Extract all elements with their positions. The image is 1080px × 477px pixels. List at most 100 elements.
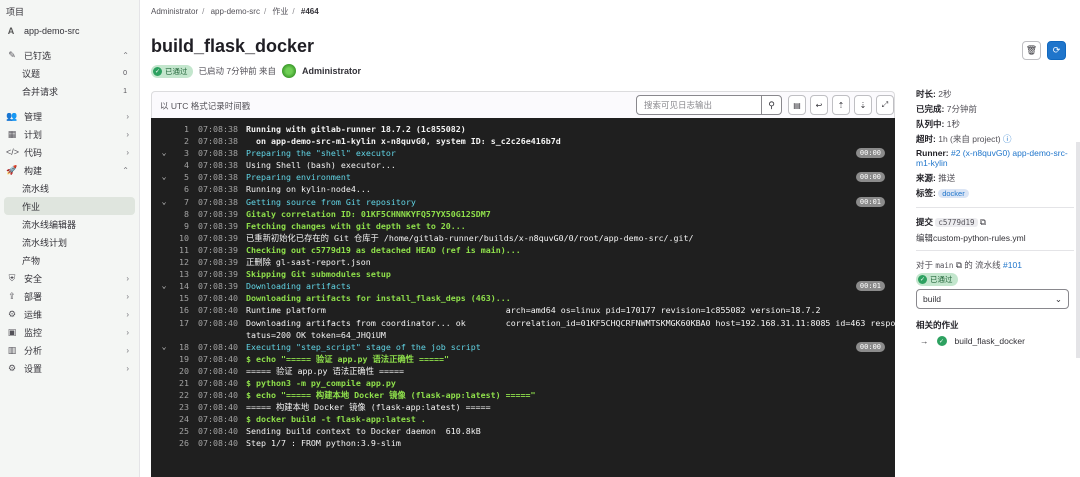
log-search-button[interactable]: ⚲ — [761, 96, 781, 114]
sidebar-item-label: 议题 — [22, 68, 41, 79]
scrollbar[interactable] — [1076, 142, 1080, 358]
log-search-input[interactable] — [637, 96, 762, 114]
commit-sha-link[interactable]: c5779d19 — [935, 218, 978, 227]
sidebar-item-build-1[interactable]: 作业 — [4, 197, 135, 215]
log-line-number[interactable]: 18 — [169, 341, 189, 353]
log-line-number[interactable]: 16 — [169, 304, 189, 316]
sidebar-item-more-2[interactable]: ⚙ 运维 › — [0, 305, 139, 323]
sidebar-item-section-2[interactable]: </> 代码 › — [0, 143, 139, 161]
log-line: 20 07:08:40 ===== 验证 app.py 语法正确性 ===== — [151, 365, 895, 377]
collapse-toggle-icon[interactable]: ⌄ — [159, 171, 169, 183]
sidebar-item-more-4[interactable]: ▥ 分析 › — [0, 341, 139, 359]
breadcrumb-item[interactable]: 作业 — [272, 7, 288, 16]
sidebar-item-section-3[interactable]: 🚀 构建 ⌃ — [0, 161, 139, 179]
log-line-number[interactable]: 6 — [169, 183, 189, 195]
log-line-text: 已重新初始化已存在的 Git 仓库于 /home/gitlab-runner/b… — [246, 232, 694, 243]
status-badge[interactable]: ✓ 已通过 — [151, 64, 193, 78]
pipeline-row: 对于 main ⧉ 的 流水线 #101 — [916, 260, 1022, 270]
log-line: 23 07:08:40 ===== 构建本地 Docker 镜像 (flask-ap… — [151, 401, 895, 413]
log-line-number[interactable]: 24 — [169, 413, 189, 425]
sidebar-item-more-0[interactable]: ⛨ 安全 › — [0, 269, 139, 287]
log-line-number[interactable]: 9 — [169, 220, 189, 232]
log-line-number[interactable]: 17 — [169, 317, 189, 329]
sidebar-item-section-0[interactable]: 👥 管理 › — [0, 107, 139, 125]
sidebar-item-section-1[interactable]: ▦ 计划 › — [0, 125, 139, 143]
log-line-text: Preparing environment — [246, 172, 351, 183]
log-line-number[interactable]: 12 — [169, 256, 189, 268]
log-line: ⌄ 18 07:08:40 Executing "step_script" stage… — [151, 341, 895, 353]
log-timestamp: 07:08:40 — [198, 377, 238, 388]
scroll-bottom-button[interactable]: ⇣ — [854, 95, 872, 115]
sidebar-item-label: 合并请求 — [22, 86, 59, 97]
sidebar-item-issues[interactable]: 议题 0 — [0, 64, 139, 82]
fullscreen-button[interactable]: ⤢ — [876, 95, 894, 115]
sidebar-project[interactable]: A app-demo-src — [0, 18, 139, 44]
sidebar-item-merge-requests[interactable]: 合并请求 1 — [0, 82, 139, 100]
show-raw-button[interactable]: ▤ — [788, 95, 806, 115]
scroll-top-button[interactable]: ⇡ — [832, 95, 850, 115]
log-line-number[interactable]: 3 — [169, 147, 189, 159]
log-line-number[interactable]: 21 — [169, 377, 189, 389]
log-line-number[interactable]: 10 — [169, 232, 189, 244]
collapse-toggle-icon[interactable]: ⌄ — [159, 196, 169, 208]
sidebar-item-more-1[interactable]: ⇪ 部署 › — [0, 287, 139, 305]
log-line-number[interactable]: 11 — [169, 244, 189, 256]
log-line-text: $ docker build -t flask-app:latest . — [246, 414, 426, 425]
log-line-number[interactable]: 22 — [169, 389, 189, 401]
chevron-down-icon: ⌄ — [1054, 293, 1062, 304]
avatar[interactable] — [281, 64, 296, 78]
log-toolbar: 以 UTC 格式记录时间戳 ⚲ ▤ ↩ ⇡ ⇣ ⤢ — [151, 91, 895, 118]
finished-row: 已完成: 7分钟前 — [916, 104, 977, 114]
stage-select[interactable]: build ⌄ — [916, 289, 1069, 309]
log-timestamp: 07:08:40 — [198, 402, 238, 413]
log-line-number[interactable]: 19 — [169, 353, 189, 365]
sidebar-item-more-5[interactable]: ⚙ 设置 › — [0, 359, 139, 377]
sidebar-item-build-3[interactable]: 流水线计划 — [0, 233, 139, 251]
log-line-number[interactable]: 15 — [169, 292, 189, 304]
log-line-number[interactable]: 1 — [169, 123, 189, 135]
log-line-number[interactable]: 7 — [169, 196, 189, 208]
pipeline-link[interactable]: #101 — [1003, 260, 1022, 270]
log-line-number[interactable]: 23 — [169, 401, 189, 413]
log-line-number[interactable]: 5 — [169, 171, 189, 183]
related-job-item[interactable]: → ✓ build_flask_docker — [920, 336, 1025, 346]
collapse-toggle-icon[interactable]: ⌄ — [159, 341, 169, 353]
log-line-number[interactable]: 13 — [169, 268, 189, 280]
help-icon[interactable]: ⓘ — [1003, 134, 1012, 144]
section-duration-badge: 00:01 — [855, 196, 885, 207]
log-timestamp: 07:08:39 — [198, 257, 238, 268]
log-line-number[interactable]: 8 — [169, 208, 189, 220]
job-user-link[interactable]: Administrator — [302, 66, 361, 76]
log-line: 25 07:08:40 Sending build context to Docke… — [151, 425, 895, 437]
copy-icon[interactable]: ⧉ — [956, 260, 962, 270]
log-line-text: Running on kylin-node4... — [246, 184, 371, 195]
copy-icon[interactable]: ⧉ — [980, 217, 986, 227]
sidebar-item-build-2[interactable]: 流水线编辑器 — [0, 215, 139, 233]
log-line: 11 07:08:39 Checking out c5779d19 as detac… — [151, 244, 895, 256]
breadcrumb-item[interactable]: Administrator — [151, 7, 198, 16]
log-line-number[interactable]: 20 — [169, 365, 189, 377]
sidebar-item-build-4[interactable]: 产物 — [0, 251, 139, 269]
breadcrumb-item[interactable]: app-demo-src — [211, 7, 260, 16]
wrap-lines-button[interactable]: ↩ — [810, 95, 828, 115]
section-duration-badge: 00:00 — [855, 341, 885, 352]
log-timestamp: 07:08:39 — [198, 220, 238, 231]
collapse-toggle-icon[interactable]: ⌄ — [159, 280, 169, 292]
log-timestamp: 07:08:40 — [198, 426, 238, 437]
chart-icon: ▥ — [7, 344, 17, 355]
status-badge[interactable]: ✓ 已通过 — [916, 273, 958, 286]
sidebar-item-label: 设置 — [24, 363, 43, 374]
sidebar-pinned-label: 已钉选 — [24, 50, 52, 61]
log-line: ⌄ 14 07:08:39 Downloading artifacts 00:01 — [151, 280, 895, 292]
collapse-toggle-icon[interactable]: ⌄ — [159, 147, 169, 159]
sidebar-item-more-3[interactable]: ▣ 监控 › — [0, 323, 139, 341]
log-timestamp: 07:08:39 — [198, 244, 238, 255]
log-line-number[interactable]: 14 — [169, 280, 189, 292]
branch-link[interactable]: main — [935, 261, 953, 270]
log-line-number[interactable]: 25 — [169, 425, 189, 437]
log-line-number[interactable]: 4 — [169, 159, 189, 171]
sidebar-pinned[interactable]: ✎ 已钉选 ⌃ — [0, 46, 139, 64]
sidebar-item-build-0[interactable]: 流水线 — [0, 179, 139, 197]
log-line-number[interactable]: 26 — [169, 437, 189, 449]
log-line-number[interactable]: 2 — [169, 135, 189, 147]
